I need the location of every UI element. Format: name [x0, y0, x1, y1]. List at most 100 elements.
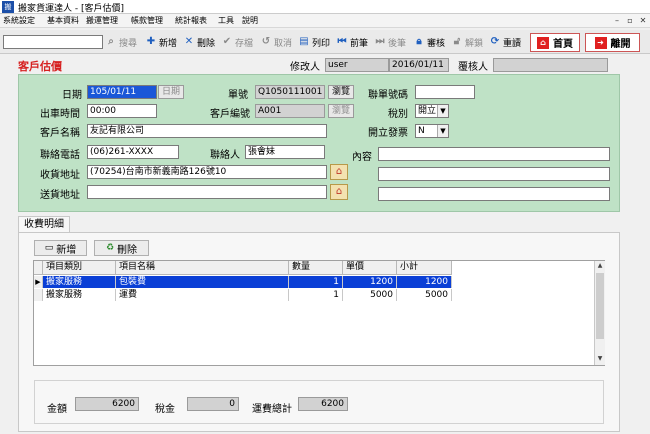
- column-header-item-name[interactable]: 項目名稱: [116, 261, 289, 275]
- exit-button[interactable]: ➜ 離開: [585, 33, 640, 52]
- tax-amount-label: 稅金: [155, 404, 175, 415]
- content-label: 內容: [352, 152, 372, 163]
- page-title: 客戶估價: [18, 60, 62, 73]
- table-row[interactable]: 搬家服務 運費 1 5000 5000: [34, 289, 452, 301]
- contact-no-label: 聯單號碼: [368, 90, 408, 101]
- scroll-down-icon[interactable]: ▼: [595, 354, 605, 364]
- order-no-field: Q1050111001: [255, 85, 325, 99]
- menu-system-settings[interactable]: 系統設定: [3, 15, 35, 26]
- next-icon: ⏭: [375, 36, 385, 47]
- tab-charge-details[interactable]: 收費明細: [18, 216, 70, 233]
- customer-name-input[interactable]: 友記有限公司: [87, 124, 327, 138]
- delete-button[interactable]: ✕ 刪除: [183, 33, 215, 51]
- exit-icon: ➜: [594, 36, 607, 49]
- next-record-button[interactable]: ⏭ 後筆: [374, 33, 407, 51]
- contact-person-label: 聯絡人: [210, 150, 240, 161]
- menu-moving-management[interactable]: 搬運管理: [86, 15, 118, 26]
- detail-add-button[interactable]: ▭ 新增: [34, 240, 87, 256]
- check-icon: ✔: [222, 36, 232, 47]
- contact-no-input[interactable]: [415, 85, 475, 99]
- order-browse-button[interactable]: 瀏覽: [328, 85, 354, 99]
- add-row-icon: ▭: [44, 243, 54, 253]
- date-input[interactable]: 105/01/11: [87, 85, 157, 99]
- scrollbar-thumb[interactable]: [596, 273, 604, 339]
- toolbar: ⌕ 搜尋 ✚ 新增 ✕ 刪除 ✔ 存檔 ↺ 取消 ▤ 列印 ⏮ 前筆 ⏭ 後筆 🔒︎ 審核 🔓︎ 解…: [0, 30, 650, 54]
- menu-reports[interactable]: 統計報表: [175, 15, 207, 26]
- lock-icon: 🔒︎: [416, 36, 422, 47]
- search-button[interactable]: ⌕ 搜尋: [105, 33, 137, 51]
- amount-field: 6200: [75, 397, 139, 411]
- scroll-up-icon[interactable]: ▲: [595, 261, 605, 271]
- add-button[interactable]: ✚ 新增: [145, 33, 177, 51]
- customer-name-label: 客戶名稱: [40, 128, 80, 139]
- minimize-icon[interactable]: –: [611, 15, 623, 26]
- row-header-corner: [34, 261, 43, 275]
- vertical-scrollbar[interactable]: ▲ ▼: [594, 261, 605, 365]
- tax-type-label: 稅別: [388, 109, 408, 120]
- print-button[interactable]: ▤ 列印: [298, 33, 330, 51]
- content-input-3[interactable]: [378, 187, 610, 201]
- save-button[interactable]: ✔ 存檔: [221, 33, 253, 51]
- restore-icon[interactable]: ▫: [624, 15, 636, 26]
- refresh-icon: ⟳: [490, 36, 500, 47]
- prev-record-button[interactable]: ⏮ 前筆: [336, 33, 369, 51]
- house-icon[interactable]: ⌂: [330, 164, 348, 180]
- unlock-icon: 🔓︎: [453, 36, 461, 47]
- search-input[interactable]: [3, 35, 103, 49]
- house-icon[interactable]: ⌂: [330, 184, 348, 200]
- date-label: 日期: [62, 90, 82, 101]
- column-header-price[interactable]: 單價: [343, 261, 397, 275]
- delete-row-icon: ♻: [105, 243, 115, 253]
- invoice-select[interactable]: N ▼: [415, 124, 449, 138]
- content-input-1[interactable]: [378, 147, 610, 161]
- undo-icon: ↺: [261, 36, 271, 47]
- refresh-button[interactable]: ⟳ 重讀: [489, 33, 521, 51]
- phone-label: 聯絡電話: [40, 150, 80, 161]
- pickup-address-input[interactable]: (70254)台南市新義南路126號10: [87, 165, 327, 179]
- prev-icon: ⏮: [337, 36, 347, 47]
- time-input[interactable]: 00:00: [87, 104, 157, 118]
- customer-browse-button[interactable]: 瀏覽: [328, 104, 354, 118]
- tax-type-select[interactable]: 開立 ▼: [415, 104, 449, 118]
- review-button[interactable]: 🔒︎ 審核: [413, 33, 445, 51]
- reviewer-label: 覆核人: [458, 62, 488, 73]
- table-row[interactable]: ▶ 搬家服務 包裝費 1 1200 1200: [34, 276, 452, 288]
- column-header-subtotal[interactable]: 小計: [397, 261, 452, 275]
- row-selector-icon: ▶: [34, 276, 43, 288]
- contact-person-input[interactable]: 張會妹: [245, 145, 325, 159]
- grand-total-label: 運費總計: [252, 404, 292, 415]
- x-icon: ✕: [184, 36, 194, 47]
- delivery-address-input[interactable]: [87, 185, 327, 199]
- cancel-button[interactable]: ↺ 取消: [260, 33, 292, 51]
- menu-tools[interactable]: 工具: [218, 15, 234, 26]
- pickup-address-label: 收貨地址: [40, 170, 80, 181]
- menu-accounts-management[interactable]: 帳款管理: [131, 15, 163, 26]
- menu-bar: 系統設定 基本資料 搬運管理 帳款管理 統計報表 工具 說明 – ▫ ✕: [0, 14, 650, 28]
- menu-help[interactable]: 說明: [242, 15, 258, 26]
- phone-input[interactable]: (06)261-XXXX: [87, 145, 179, 159]
- home-button[interactable]: ⌂ 首頁: [530, 33, 580, 52]
- app-icon: 搬: [2, 1, 14, 13]
- order-no-label: 單號: [228, 90, 248, 101]
- unreview-button[interactable]: 🔓︎ 解鎖: [451, 33, 483, 51]
- title-bar: 搬 搬家貨運達人 - [客戶估價]: [0, 0, 650, 14]
- column-header-qty[interactable]: 數量: [289, 261, 343, 275]
- customer-code-label: 客戶編號: [210, 109, 250, 120]
- content-input-2[interactable]: [378, 167, 610, 181]
- detail-delete-button[interactable]: ♻ 刪除: [94, 240, 149, 256]
- menu-basic-data[interactable]: 基本資料: [47, 15, 79, 26]
- date-picker-button[interactable]: 日期: [158, 85, 184, 99]
- close-icon[interactable]: ✕: [637, 15, 649, 26]
- window-title: 搬家貨運達人 - [客戶估價]: [18, 4, 124, 14]
- time-label: 出車時間: [40, 109, 80, 120]
- chevron-down-icon: ▼: [437, 125, 448, 137]
- modifier-label: 修改人: [290, 62, 320, 73]
- search-icon: ⌕: [108, 36, 114, 47]
- modifier-field: user: [325, 58, 389, 72]
- plus-icon: ✚: [146, 36, 156, 47]
- chevron-down-icon: ▼: [437, 105, 448, 117]
- amount-label: 金額: [47, 404, 67, 415]
- delivery-address-label: 送貨地址: [40, 190, 80, 201]
- column-header-category[interactable]: 項目類別: [43, 261, 116, 275]
- home-icon: ⌂: [537, 36, 549, 49]
